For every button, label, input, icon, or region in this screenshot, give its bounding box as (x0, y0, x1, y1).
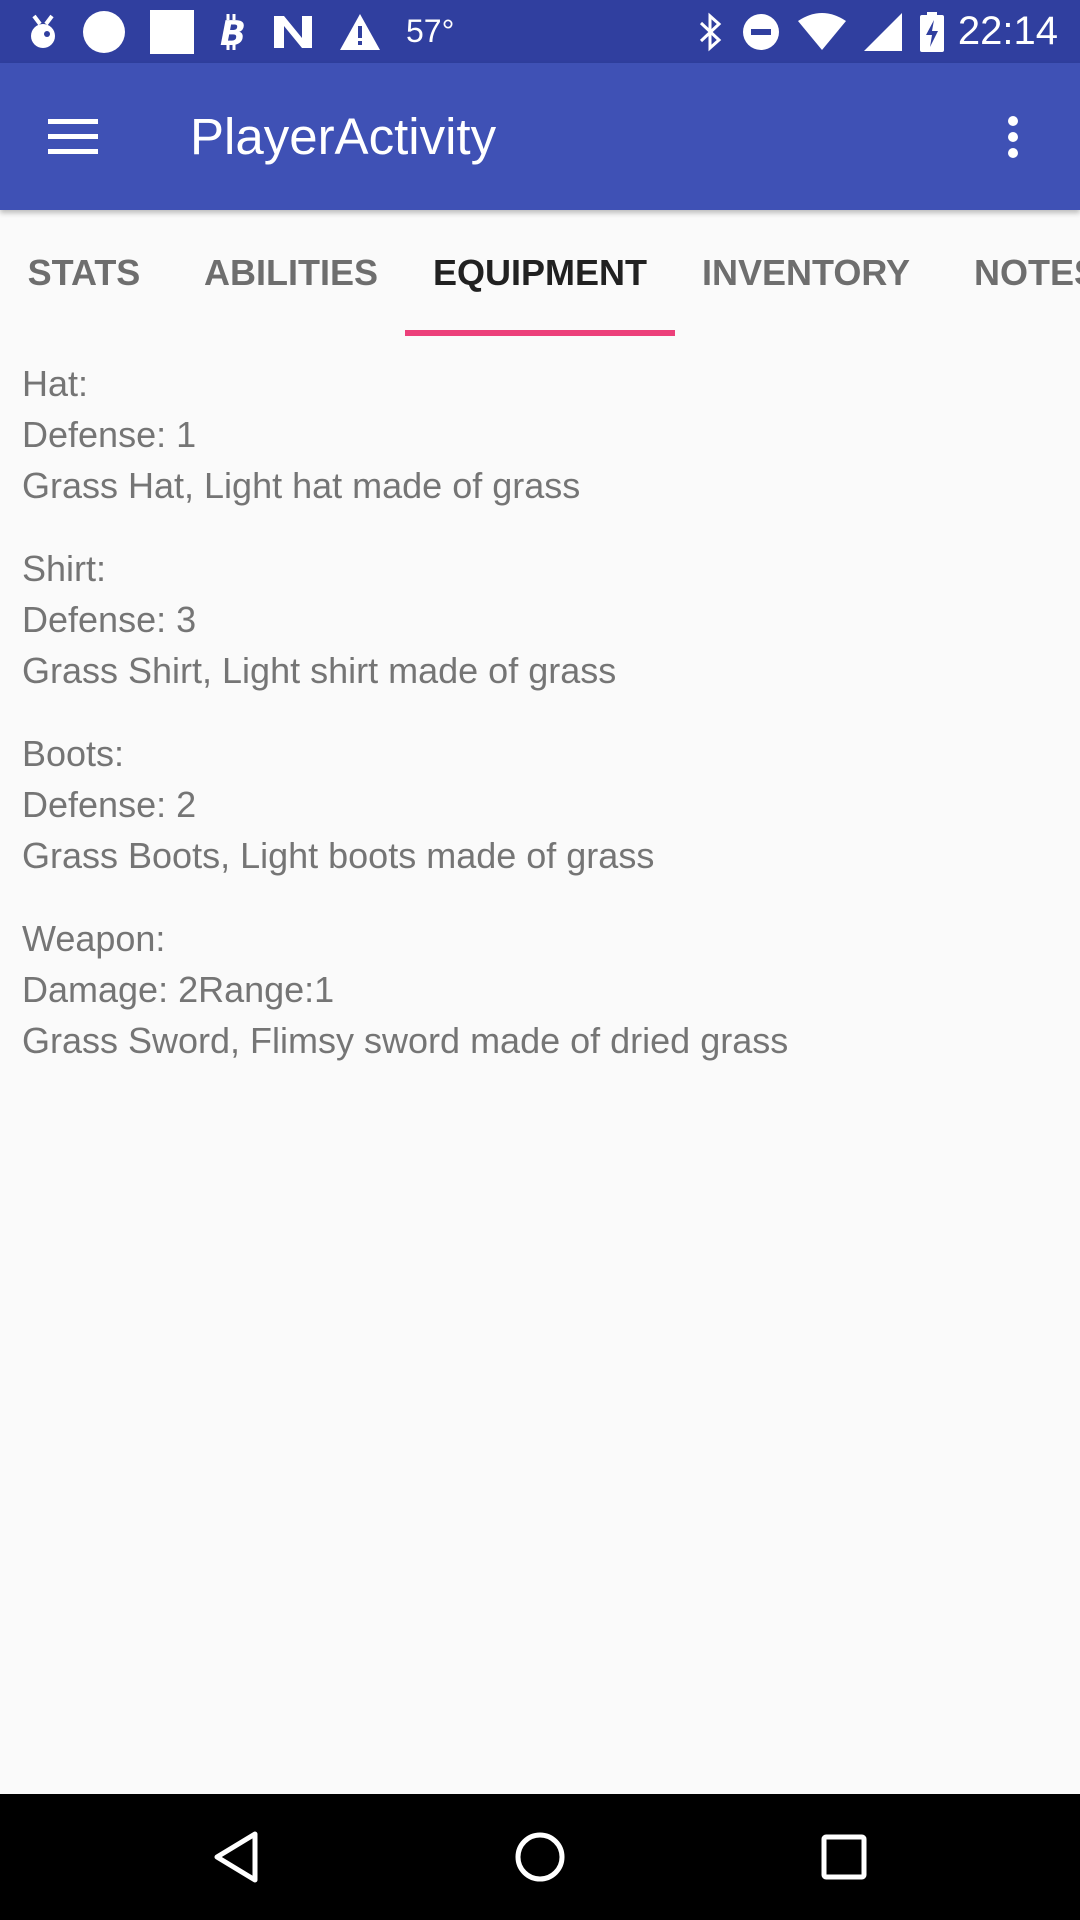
equipment-slot: Weapon: (22, 918, 166, 959)
equipment-stat: Defense: 1 (22, 414, 197, 455)
equipment-list: Hat: Defense: 1 Grass Hat, Light hat mad… (22, 358, 1062, 1098)
hamburger-menu-icon (48, 118, 98, 154)
screen: B 57° 22:14 PlayerActivity STATS ABILITI… (0, 0, 1080, 1920)
equipment-slot: Hat: (22, 363, 89, 404)
equipment-slot: Shirt: (22, 548, 107, 589)
tab-notes[interactable]: NOTES (960, 210, 1080, 336)
app-title: PlayerActivity (190, 108, 497, 165)
temperature-label: 57° (406, 13, 455, 49)
overflow-menu-button[interactable] (968, 63, 1058, 210)
tab-abilities[interactable]: ABILITIES (180, 210, 402, 336)
status-bar-notifications: B 57° (28, 9, 478, 54)
back-icon (214, 1831, 258, 1883)
bitcoin-icon: B (220, 13, 246, 52)
circle-notification-icon (83, 10, 125, 53)
equipment-description: Grass Sword, Flimsy sword made of dried … (22, 1020, 789, 1061)
signal-icon (863, 12, 902, 51)
clock: 22:14 (957, 9, 1058, 53)
more-vert-icon (1008, 115, 1018, 158)
tab-inventory[interactable]: INVENTORY (690, 210, 922, 336)
tab-selected-indicator (405, 330, 675, 336)
equipment-stat: Defense: 3 (22, 599, 197, 640)
home-button[interactable] (470, 1794, 610, 1920)
tab-equipment[interactable]: EQUIPMENT (405, 210, 675, 336)
square-notification-icon (150, 9, 194, 54)
home-icon (515, 1832, 565, 1882)
system-navigation-bar (0, 1794, 1080, 1920)
battery-charging-icon (919, 11, 944, 52)
equipment-item-boots: Boots: Defense: 2 Grass Boots, Light boo… (22, 728, 1062, 881)
equipment-slot: Boots: (22, 733, 125, 774)
warning-icon (340, 13, 380, 50)
equipment-description: Grass Shirt, Light shirt made of grass (22, 650, 617, 691)
tab-stats[interactable]: STATS (0, 210, 168, 336)
app-bar: PlayerActivity (0, 63, 1080, 210)
equipment-stat: Damage: 2Range:1 (22, 969, 335, 1010)
equipment-item-weapon: Weapon: Damage: 2Range:1 Grass Sword, Fl… (22, 913, 1062, 1066)
status-bar: B 57° 22:14 (0, 0, 1080, 63)
back-button[interactable] (166, 1794, 306, 1920)
navigation-drawer-button[interactable] (0, 63, 146, 210)
do-not-disturb-icon (742, 13, 779, 50)
wifi-icon (797, 12, 846, 50)
pokeball-notification-icon (31, 14, 55, 48)
equipment-item-shirt: Shirt: Defense: 3 Grass Shirt, Light shi… (22, 543, 1062, 696)
bluetooth-icon (699, 12, 722, 51)
status-bar-system: 22:14 (680, 9, 1058, 54)
equipment-description: Grass Hat, Light hat made of grass (22, 465, 581, 506)
recents-button[interactable] (774, 1794, 914, 1920)
equipment-description: Grass Boots, Light boots made of grass (22, 835, 655, 876)
equipment-stat: Defense: 2 (22, 784, 197, 825)
equipment-item-hat: Hat: Defense: 1 Grass Hat, Light hat mad… (22, 358, 1062, 511)
n-logo-icon (274, 15, 312, 48)
recents-icon (821, 1834, 867, 1880)
tab-bar: STATS ABILITIES EQUIPMENT INVENTORY NOTE… (0, 210, 1080, 336)
